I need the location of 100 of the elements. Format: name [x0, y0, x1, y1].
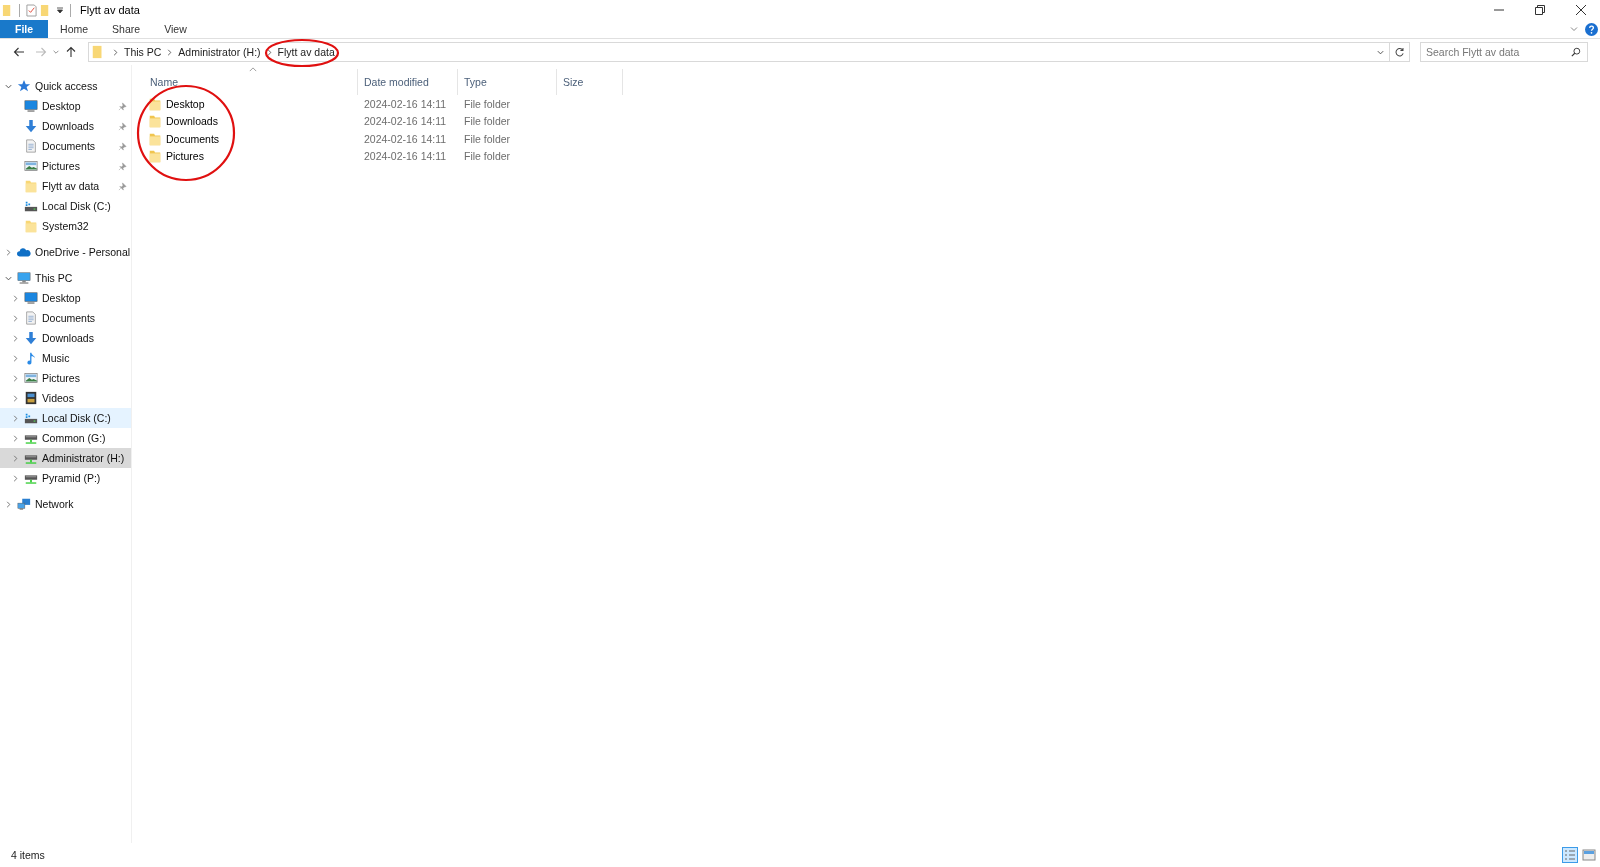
folder-icon [2, 3, 13, 17]
chevron-right-icon[interactable] [11, 473, 20, 483]
file-type: File folder [463, 150, 512, 163]
file-name: Downloads [166, 115, 218, 128]
column-header[interactable]: Size [557, 69, 623, 95]
dropdown-icon[interactable] [56, 6, 64, 14]
nav-item[interactable]: Administrator (H:) [0, 448, 131, 468]
folder-icon [24, 179, 38, 193]
ribbon-tab[interactable]: Share [100, 20, 153, 38]
folder-icon [148, 96, 162, 111]
pin-icon[interactable] [118, 141, 127, 151]
chevron-right-icon[interactable] [11, 393, 20, 403]
details-view-icon[interactable] [1562, 847, 1578, 863]
chevron-right-icon[interactable] [11, 413, 20, 423]
chevron-right-icon[interactable] [165, 47, 175, 57]
nav-item[interactable]: Downloads [0, 116, 131, 136]
chevron-right-icon[interactable] [11, 433, 20, 443]
nav-item[interactable]: System32 [0, 216, 131, 236]
file-row[interactable]: Downloads 2024-02-16 14:11 File folder [144, 112, 624, 130]
ribbon-tab[interactable]: View [152, 20, 199, 38]
music-note-icon [24, 351, 38, 365]
ribbon-tab[interactable]: File [0, 20, 49, 38]
monitor-icon [24, 99, 38, 113]
pin-icon[interactable] [118, 101, 127, 111]
breadcrumb[interactable]: This PC [124, 46, 162, 58]
nav-item[interactable]: Pictures [0, 156, 131, 176]
date-modified: 2024-02-16 14:11 [363, 97, 448, 110]
column-header[interactable]: Name [144, 69, 358, 95]
chevron-down-icon[interactable] [1569, 24, 1579, 34]
up-arrow-icon[interactable] [65, 46, 77, 58]
chevron-right-icon[interactable] [11, 373, 20, 383]
chevron-right-icon[interactable] [11, 313, 20, 323]
nav-item[interactable]: Downloads [0, 328, 131, 348]
folder-icon [148, 131, 162, 146]
chevron-right-icon[interactable] [11, 333, 20, 343]
star-icon [17, 79, 31, 93]
refresh-icon [1394, 46, 1405, 58]
nav-item[interactable]: Desktop [0, 96, 131, 116]
down-arrow-icon [24, 119, 38, 133]
folder-icon [91, 45, 105, 59]
nav-item[interactable]: Documents [0, 308, 131, 328]
film-icon [24, 391, 38, 405]
back-arrow-icon[interactable] [13, 46, 25, 58]
search-field[interactable]: Search Flytt av data [1420, 42, 1588, 62]
folder-icon [148, 149, 162, 164]
nav-item[interactable]: OneDrive - Personal [0, 242, 131, 262]
network-icon [17, 497, 31, 511]
computer-icon [17, 271, 31, 285]
chevron-right-icon[interactable] [4, 247, 13, 257]
pin-icon[interactable] [118, 161, 127, 171]
file-row[interactable]: Documents 2024-02-16 14:11 File folder [144, 130, 624, 148]
nav-item[interactable]: This PC [0, 268, 131, 288]
folder-icon [24, 219, 38, 233]
refresh-button[interactable] [1390, 42, 1410, 62]
column-header[interactable]: Type [458, 69, 557, 95]
file-type: File folder [463, 115, 512, 128]
hard-drive-icon [24, 411, 38, 425]
help-icon[interactable] [1585, 22, 1598, 36]
file-type: File folder [463, 97, 512, 110]
nav-item[interactable]: Pictures [0, 368, 131, 388]
item-count: 4 items [11, 849, 45, 861]
chevron-right-icon[interactable] [111, 47, 120, 57]
chevron-right-icon[interactable] [11, 353, 20, 363]
column-header[interactable]: Date modified [358, 69, 458, 95]
large-icons-view-icon[interactable] [1581, 847, 1597, 863]
folder-icon [148, 114, 162, 129]
hard-drive-icon [24, 199, 38, 213]
sort-caret-icon[interactable] [249, 67, 257, 72]
nav-item[interactable]: Local Disk (C:) [0, 196, 131, 216]
nav-item[interactable]: Quick access [0, 76, 131, 96]
down-arrow-icon [24, 331, 38, 345]
address-bar[interactable]: This PC Administrator (H:) Flytt av data [88, 42, 1390, 62]
file-row[interactable]: Pictures 2024-02-16 14:11 File folder [144, 147, 624, 165]
file-type: File folder [463, 132, 512, 145]
ribbon-tab[interactable]: Home [48, 20, 101, 38]
restore-icon [1535, 5, 1545, 15]
chevron-right-icon[interactable] [11, 293, 20, 303]
nav-item[interactable]: Pyramid (P:) [0, 468, 131, 488]
nav-item[interactable]: Documents [0, 136, 131, 156]
file-row[interactable]: Desktop 2024-02-16 14:11 File folder [144, 95, 624, 113]
breadcrumb[interactable]: Administrator (H:) [178, 46, 261, 58]
chevron-down-icon[interactable] [52, 48, 60, 56]
nav-item[interactable]: Local Disk (C:) [0, 408, 131, 428]
nav-item[interactable]: Flytt av data [0, 176, 131, 196]
picture-icon [24, 371, 38, 385]
file-name: Pictures [166, 150, 204, 163]
folder-icon[interactable] [40, 3, 51, 17]
chevron-right-icon[interactable] [4, 499, 13, 509]
forward-arrow-icon[interactable] [35, 46, 47, 58]
nav-item[interactable]: Network [0, 494, 131, 514]
nav-item[interactable]: Desktop [0, 288, 131, 308]
nav-item[interactable]: Common (G:) [0, 428, 131, 448]
monitor-icon [24, 291, 38, 305]
pin-icon[interactable] [118, 121, 127, 131]
checkmark-document-icon[interactable] [26, 3, 37, 17]
cloud-icon [17, 245, 31, 259]
nav-item[interactable]: Videos [0, 388, 131, 408]
nav-item[interactable]: Music [0, 348, 131, 368]
chevron-right-icon[interactable] [11, 453, 20, 463]
pin-icon[interactable] [118, 181, 127, 191]
